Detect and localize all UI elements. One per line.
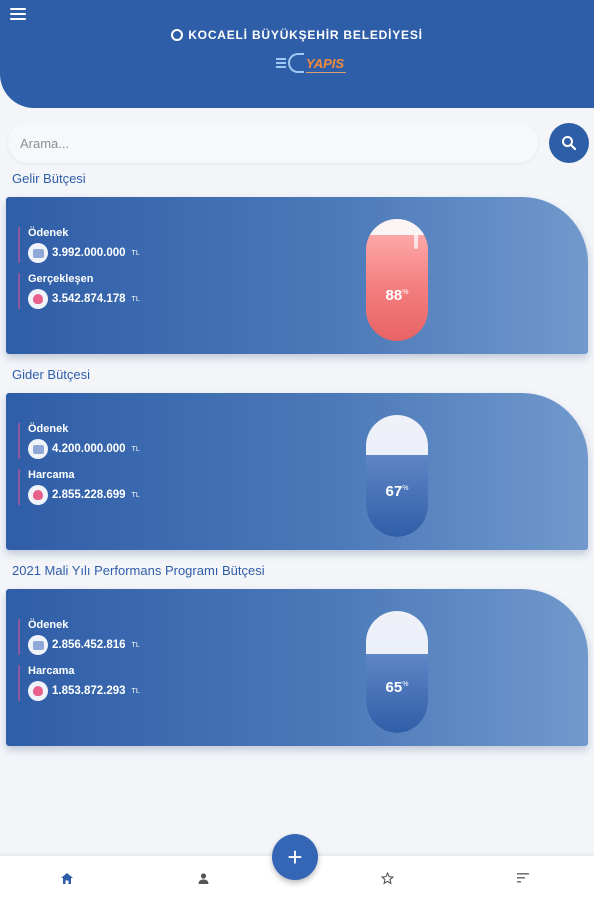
row-value: 3.542.874.178: [52, 293, 126, 305]
percent-label: 88%: [385, 287, 409, 304]
search-button[interactable]: [549, 123, 589, 163]
nav-profile[interactable]: [188, 856, 218, 900]
budget-row: Harcama 1.853.872.293 TL: [18, 665, 218, 701]
municipality-emblem-icon: [171, 29, 184, 41]
add-icon: +: [287, 841, 303, 872]
row-value: 2.855.228.699: [52, 489, 126, 501]
row-value: 1.853.872.293: [52, 685, 126, 697]
coin-icon: [28, 243, 48, 263]
sort-icon: [517, 873, 529, 883]
section-title-performans: 2021 Mali Yılı Performans Programı Bütçe…: [12, 563, 265, 578]
app-header: KOCAELİ BÜYÜKŞEHİR BELEDİYESİ YAPIS: [0, 0, 594, 108]
row-label: Ödenek: [28, 227, 69, 239]
percent-pill: 88%: [366, 219, 428, 341]
add-button[interactable]: +: [272, 834, 318, 880]
yapis-logo: YAPIS: [276, 50, 346, 76]
row-value: 4.200.000.000: [52, 443, 126, 455]
percent-pill: 67%: [366, 415, 428, 537]
search-input[interactable]: [8, 123, 538, 163]
search-icon: [562, 136, 577, 151]
row-value: 2.856.452.816: [52, 639, 126, 651]
section-title-gelir: Gelir Bütçesi: [12, 171, 86, 186]
person-icon: [198, 872, 208, 884]
budget-card-gelir[interactable]: Ödenek 3.992.000.000 TL Gerçekleşen 3.542…: [6, 197, 588, 354]
heart-icon: [28, 485, 48, 505]
heart-icon: [28, 289, 48, 309]
heart-icon: [28, 681, 48, 701]
star-icon: [380, 871, 394, 884]
budget-row: Harcama 2.855.228.699 TL: [18, 469, 218, 505]
budget-card-gider[interactable]: Ödenek 4.200.000.000 TL Harcama 2.855.228…: [6, 393, 588, 550]
nav-home[interactable]: [52, 856, 82, 900]
percent-pill: 65%: [366, 611, 428, 733]
section-title-gider: Gider Bütçesi: [12, 367, 91, 382]
row-label: Gerçekleşen: [28, 273, 94, 285]
row-label: Ödenek: [28, 619, 69, 631]
row-label: Harcama: [28, 665, 75, 677]
nav-favorites[interactable]: [372, 856, 402, 900]
budget-row: Ödenek 2.856.452.816 TL: [18, 619, 218, 655]
brand-title: KOCAELİ BÜYÜKŞEHİR BELEDİYESİ: [0, 28, 594, 42]
home-icon: [61, 872, 73, 884]
coin-icon: [28, 635, 48, 655]
budget-row: Ödenek 4.200.000.000 TL: [18, 423, 218, 459]
percent-label: 67%: [385, 483, 409, 500]
hamburger-menu-icon[interactable]: [10, 8, 26, 20]
coin-icon: [28, 439, 48, 459]
budget-card-performans[interactable]: Ödenek 2.856.452.816 TL Harcama 1.853.872…: [6, 589, 588, 746]
row-label: Harcama: [28, 469, 75, 481]
percent-label: 65%: [385, 679, 409, 696]
row-value: 3.992.000.000: [52, 247, 126, 259]
nav-sort[interactable]: [508, 856, 538, 900]
budget-row: Ödenek 3.992.000.000 TL: [18, 227, 218, 263]
budget-row: Gerçekleşen 3.542.874.178 TL: [18, 273, 218, 309]
search-bar: [8, 123, 538, 163]
row-label: Ödenek: [28, 423, 69, 435]
